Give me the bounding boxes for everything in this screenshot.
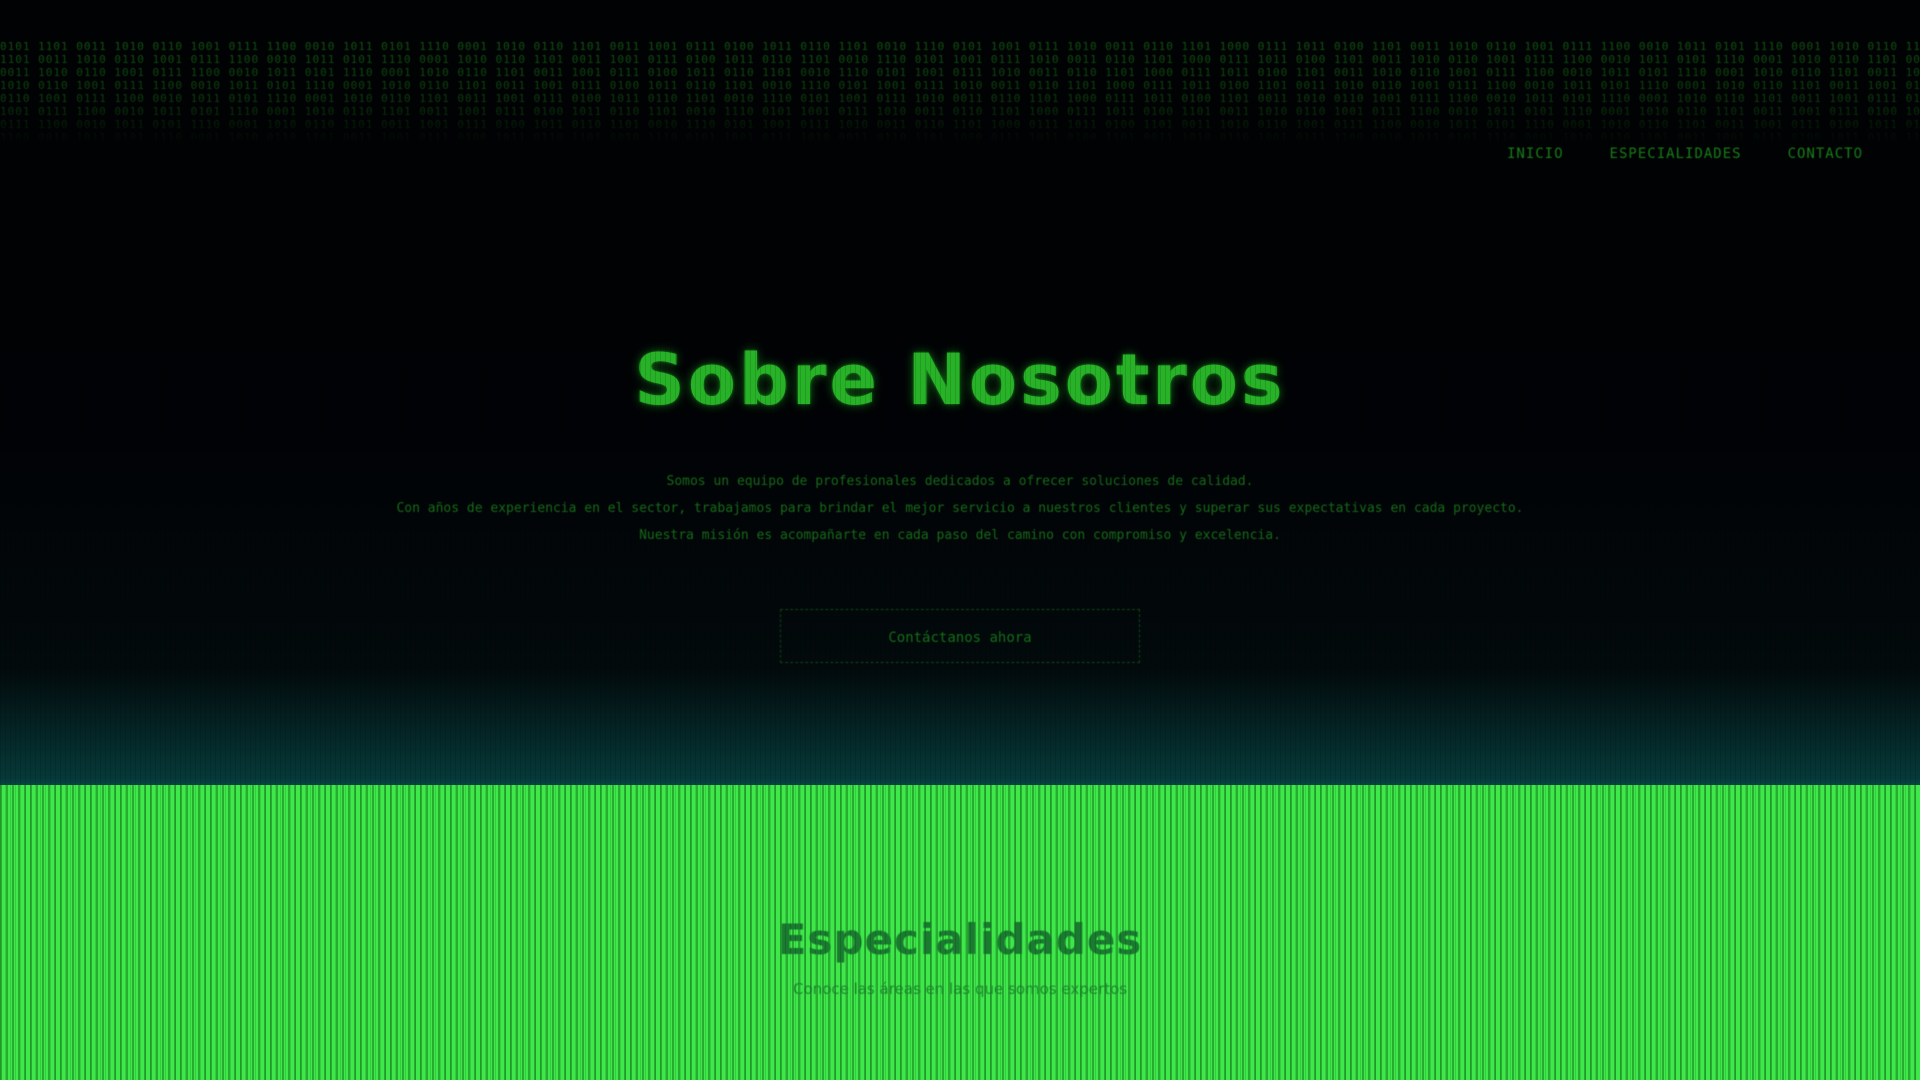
contact-button[interactable]: Contáctanos ahora	[780, 609, 1140, 663]
matrix-line: 1010 0110 1001 0111 1100 0010 1011 0101 …	[0, 79, 1920, 92]
matrix-line: 0011 1010 0110 1001 0111 1100 0010 1011 …	[0, 66, 1920, 79]
matrix-line: 0101 1101 0011 1010 0110 1001 0111 1100 …	[0, 40, 1920, 53]
matrix-line: 1101 0011 1010 0110 1001 0111 1100 0010 …	[0, 53, 1920, 66]
matrix-code-background: 0101 1101 0011 1010 0110 1001 0111 1100 …	[0, 40, 1920, 145]
nav-link-especialidades[interactable]: ESPECIALIDADES	[1610, 146, 1742, 162]
hero-description-line: Nuestra misión es acompañarte en cada pa…	[639, 528, 1281, 543]
specialties-title: Especialidades	[777, 915, 1143, 964]
hero-title: Sobre Nosotros	[634, 339, 1286, 421]
specialties-section: Especialidades Conoce las áreas en las q…	[0, 785, 1920, 1080]
hero-description-line: Con años de experiencia en el sector, tr…	[396, 501, 1524, 516]
matrix-line: 0111 1100 0010 1011 0101 1110 0001 1010 …	[0, 118, 1920, 131]
matrix-line: 0110 1001 0111 1100 0010 1011 0101 1110 …	[0, 92, 1920, 105]
hero-description-line: Somos un equipo de profesionales dedicad…	[666, 474, 1254, 489]
matrix-line: 1001 0111 1100 0010 1011 0101 1110 0001 …	[0, 105, 1920, 118]
hero-section: Sobre Nosotros Somos un equipo de profes…	[0, 330, 1920, 663]
specialties-subtitle: Conoce las áreas en las que somos expert…	[792, 980, 1128, 998]
matrix-line: 1100 0010 1011 0101 1110 0001 1010 0110 …	[0, 131, 1920, 144]
nav-link-inicio[interactable]: INICIO	[1507, 146, 1564, 162]
page: 0101 1101 0011 1010 0110 1001 0111 1100 …	[0, 0, 1920, 1080]
top-navigation: INICIO ESPECIALIDADES CONTACTO	[1507, 146, 1863, 162]
hero-description: Somos un equipo de profesionales dedicad…	[340, 468, 1580, 549]
nav-link-contacto[interactable]: CONTACTO	[1788, 146, 1863, 162]
